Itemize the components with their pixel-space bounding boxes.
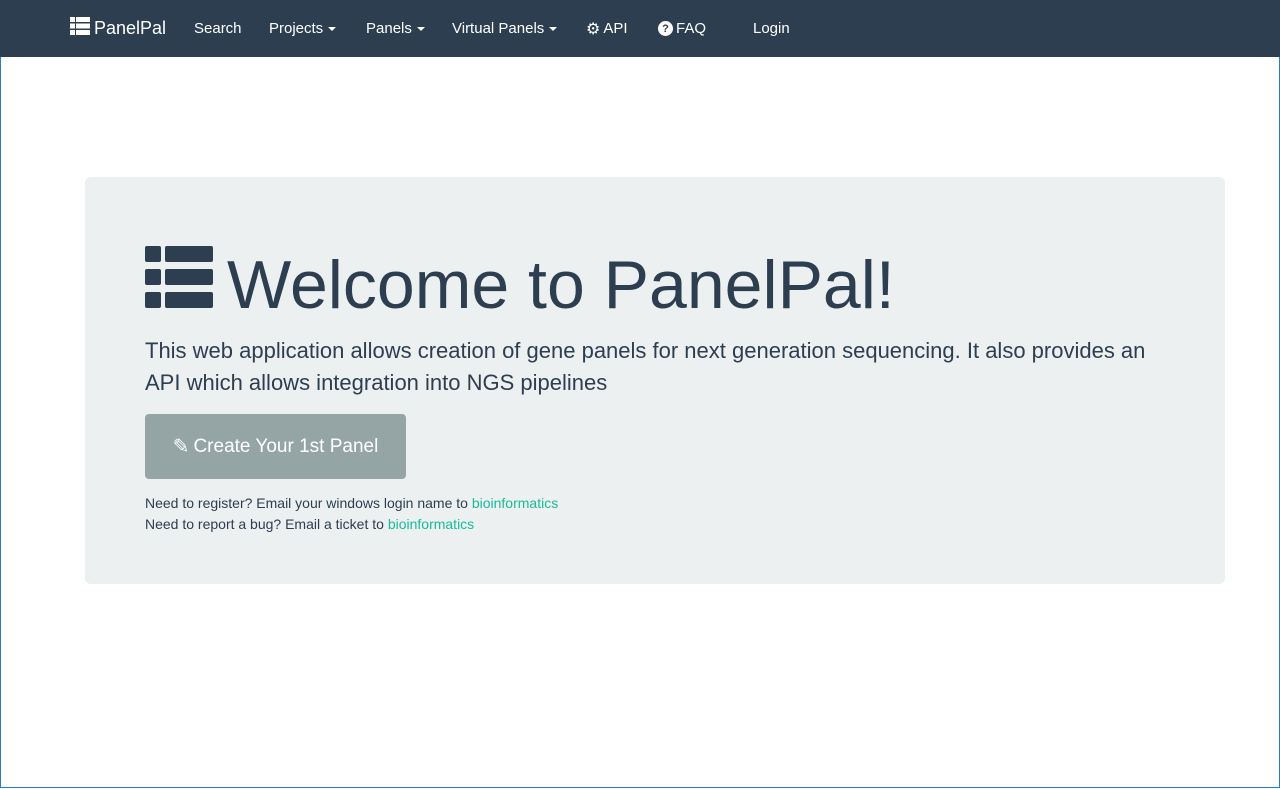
nav-login[interactable]: Login bbox=[753, 0, 790, 57]
nav-login-label: Login bbox=[753, 20, 790, 37]
register-note: Need to register? Email your windows log… bbox=[145, 495, 558, 511]
brand-label: PanelPal bbox=[94, 18, 167, 38]
pencil-icon: ✎ bbox=[172, 436, 190, 458]
create-panel-button[interactable]: ✎ Create Your 1st Panel bbox=[145, 414, 406, 479]
list-icon bbox=[145, 246, 213, 324]
register-email-link[interactable]: bioinformatics bbox=[472, 495, 558, 511]
jumbotron: Welcome to PanelPal! This web applicatio… bbox=[85, 177, 1225, 584]
register-text: Need to register? Email your windows log… bbox=[145, 495, 472, 511]
nav-search[interactable]: Search bbox=[194, 0, 242, 57]
caret-down-icon bbox=[328, 26, 337, 31]
nav-faq[interactable]: ? FAQ bbox=[658, 0, 706, 57]
nav-api[interactable]: ⚙ API bbox=[586, 0, 628, 57]
nav-virtual-panels-dropdown[interactable]: Virtual Panels bbox=[452, 0, 558, 57]
brand-link[interactable]: PanelPal bbox=[70, 0, 166, 57]
nav-api-label: API bbox=[603, 20, 628, 37]
nav-search-label: Search bbox=[194, 20, 242, 37]
bug-text: Need to report a bug? Email a ticket to bbox=[145, 516, 388, 532]
lead-text: This web application allows creation of … bbox=[145, 338, 1146, 395]
caret-down-icon bbox=[416, 26, 425, 31]
nav-panels-label: Panels bbox=[366, 20, 412, 37]
nav-virtual-panels-label: Virtual Panels bbox=[452, 20, 545, 37]
nav-projects-label: Projects bbox=[269, 20, 324, 37]
page-title-text: Welcome to PanelPal! bbox=[227, 247, 895, 323]
bug-email-link[interactable]: bioinformatics bbox=[388, 516, 474, 532]
question-circle-icon: ? bbox=[658, 21, 673, 36]
create-panel-label: Create Your 1st Panel bbox=[193, 435, 379, 457]
nav-projects-dropdown[interactable]: Projects bbox=[269, 0, 337, 57]
nav-panels-dropdown[interactable]: Panels bbox=[366, 0, 425, 57]
page-title: Welcome to PanelPal! bbox=[145, 245, 895, 325]
caret-down-icon bbox=[549, 26, 558, 31]
list-icon bbox=[70, 17, 90, 40]
nav-faq-label: FAQ bbox=[676, 20, 707, 37]
navbar: PanelPal Search Projects Panels Virtual … bbox=[0, 0, 1280, 57]
gear-icon: ⚙ bbox=[586, 20, 601, 38]
bug-note: Need to report a bug? Email a ticket to … bbox=[145, 516, 474, 532]
